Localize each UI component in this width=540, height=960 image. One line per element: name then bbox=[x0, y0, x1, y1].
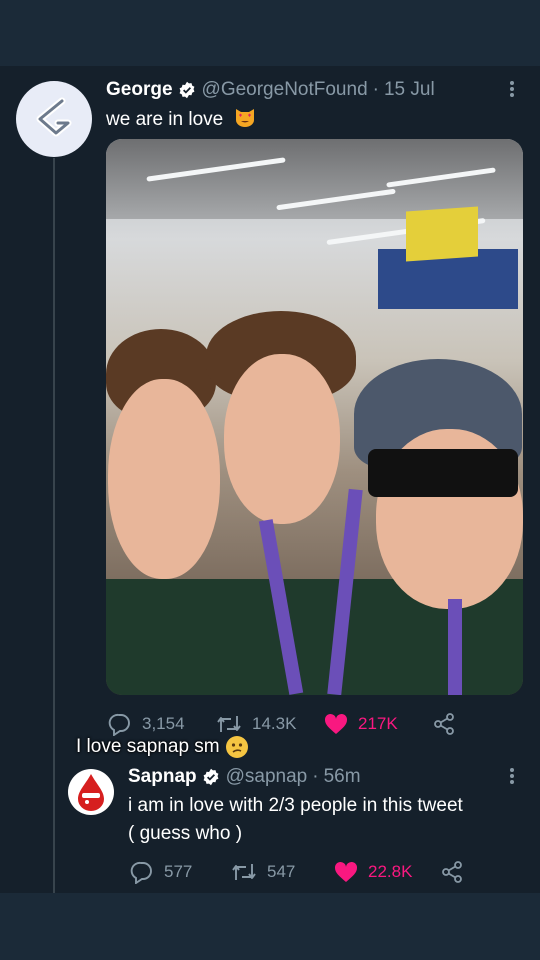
tweet1-handle[interactable]: @GeorgeNotFound bbox=[202, 79, 368, 101]
share-button[interactable] bbox=[432, 712, 466, 736]
video-caption: I love sapnap sm bbox=[76, 736, 248, 758]
tweet2-actions: 577 547 22.8K bbox=[130, 860, 474, 884]
tweet2-reply-count: 577 bbox=[164, 862, 193, 881]
george-avatar[interactable] bbox=[16, 81, 92, 157]
thread-line bbox=[53, 158, 55, 893]
tweet1-text: we are in love bbox=[106, 106, 256, 134]
reply-button[interactable]: 3,154 bbox=[108, 712, 216, 736]
retweet-button[interactable]: 14.3K bbox=[216, 712, 324, 736]
top-band bbox=[0, 0, 540, 66]
tweet1-retweet-count: 14.3K bbox=[252, 714, 297, 733]
confused-face-emoji-icon bbox=[225, 736, 248, 758]
tweet1-author-name[interactable]: George bbox=[106, 79, 173, 101]
tweet1-date[interactable]: 15 Jul bbox=[384, 79, 435, 101]
tweet1-reply-count: 3,154 bbox=[142, 714, 185, 733]
tweet2-text-line2: ( guess who ) bbox=[128, 823, 243, 844]
photo-person1-face bbox=[108, 379, 220, 579]
more-options-icon[interactable] bbox=[506, 767, 518, 788]
bottom-band bbox=[0, 893, 540, 960]
tweet1-text-content: we are in love bbox=[106, 109, 224, 130]
more-options-icon[interactable] bbox=[506, 80, 518, 101]
tweet1-like-count: 217K bbox=[358, 714, 398, 733]
tweet2-retweet-count: 547 bbox=[267, 862, 296, 881]
tweet2-author-name[interactable]: Sapnap bbox=[128, 766, 197, 788]
heart-icon bbox=[334, 861, 358, 882]
photo-person3-sunglasses bbox=[368, 449, 518, 497]
tweet2-header: Sapnap @sapnap · 56m bbox=[128, 765, 361, 789]
retweet-icon bbox=[232, 864, 256, 880]
tweet1-photo[interactable] bbox=[106, 139, 523, 695]
tweet2-time[interactable]: 56m bbox=[324, 766, 361, 788]
retweet-icon bbox=[217, 716, 241, 732]
sapnap-logo-icon bbox=[78, 774, 104, 811]
tweet2-text-line1: i am in love with 2/3 people in this twe… bbox=[128, 795, 463, 816]
cat-heart-eyes-emoji-icon bbox=[234, 106, 256, 134]
like-button[interactable]: 22.8K bbox=[334, 861, 440, 883]
tweet2-text: i am in love with 2/3 people in this twe… bbox=[128, 792, 523, 848]
tweet1-header: George @GeorgeNotFound · 15 Jul bbox=[106, 78, 435, 102]
photo-yellow-banner bbox=[406, 206, 478, 262]
share-icon bbox=[442, 861, 462, 883]
tweet2-like-count: 22.8K bbox=[368, 862, 413, 881]
retweet-button[interactable]: 547 bbox=[231, 860, 334, 884]
reply-icon bbox=[108, 713, 130, 736]
tweet1-separator: · bbox=[372, 79, 379, 100]
tweet1-actions: 3,154 14.3K 217K bbox=[108, 712, 466, 736]
reply-button[interactable]: 577 bbox=[130, 860, 231, 884]
verified-badge-icon bbox=[178, 81, 196, 99]
tweet2-separator: · bbox=[312, 766, 319, 787]
reply-icon bbox=[130, 861, 152, 884]
share-icon bbox=[434, 713, 454, 735]
verified-badge-icon bbox=[202, 768, 220, 786]
like-button[interactable]: 217K bbox=[324, 713, 432, 735]
sapnap-avatar[interactable] bbox=[68, 769, 114, 815]
photo-lanyard bbox=[448, 599, 462, 695]
george-logo-icon bbox=[36, 97, 72, 137]
heart-icon bbox=[324, 713, 348, 734]
caption-text: I love sapnap sm bbox=[76, 736, 220, 757]
tweet2-handle[interactable]: @sapnap bbox=[226, 766, 308, 788]
photo-person2-face bbox=[224, 354, 340, 524]
share-button[interactable] bbox=[440, 860, 474, 884]
